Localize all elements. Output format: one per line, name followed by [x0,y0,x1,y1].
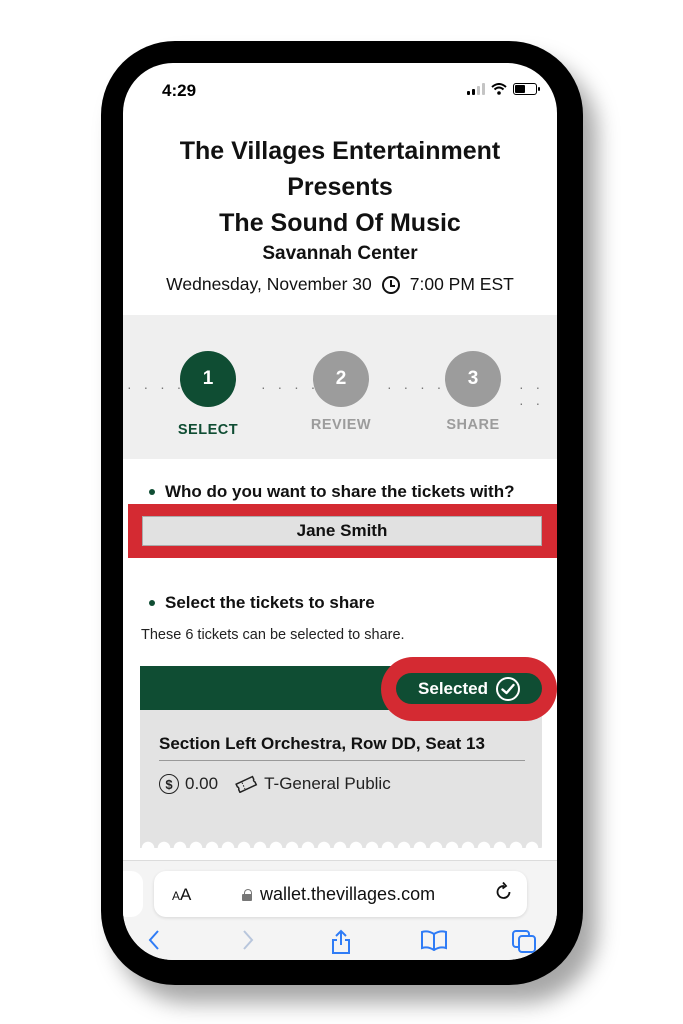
selected-toggle[interactable]: Selected [396,673,542,704]
step-3-label: SHARE [446,417,500,433]
tabs-icon[interactable] [511,929,537,953]
url-display[interactable]: wallet.thevillages.com [242,884,435,905]
status-time: 4:29 [162,81,197,100]
previous-tab-card[interactable] [123,871,143,917]
forward-icon[interactable] [241,929,255,951]
step-2-label: REVIEW [310,417,372,433]
ticket-meta: $ 0.00 T-General Public [159,774,391,794]
step-2-circle: 2 [313,351,369,407]
step-separator: · · · · [387,379,446,395]
ticket-icon [235,775,258,793]
ticket-price: 0.00 [185,774,219,793]
lock-icon [242,888,252,901]
event-date: Wednesday, November 30 [166,274,372,294]
url-text: wallet.thevillages.com [260,884,436,904]
bullet-icon [149,600,155,606]
browser-toolbar [123,927,557,960]
ticket-scallop-edge [140,840,542,848]
status-icons [467,83,540,95]
step-separator: · · · · [127,379,186,395]
selected-label: Selected [418,678,488,698]
share-icon[interactable] [330,929,352,955]
text-size-button[interactable]: AA [172,885,191,905]
back-icon[interactable] [147,929,161,951]
step-1-label: SELECT [177,422,239,438]
event-title-line-2: Presents [287,173,393,201]
bullet-icon [149,489,155,495]
event-datetime: Wednesday, November 30 7:00 PM EST [123,274,557,295]
browser-bar: AA wallet.thevillages.com [123,860,557,960]
event-time: 7:00 PM EST [409,274,514,294]
recipient-question-text: Who do you want to share the tickets wit… [165,482,515,501]
event-title-line-3: The Sound Of Music [219,209,461,237]
venue-name: Savannah Center [262,243,418,264]
ticket-seat: Section Left Orchestra, Row DD, Seat 13 [159,734,485,753]
ticket-divider [159,760,525,761]
phone-screen: 4:29 The Villages Entertainment Presents… [123,63,557,960]
step-separator: · · · · [261,379,320,395]
signal-icon [467,83,485,95]
reload-icon[interactable] [495,881,513,907]
recipient-field[interactable]: Jane Smith [142,516,542,546]
recipient-question: Who do you want to share the tickets wit… [149,482,514,502]
address-bar[interactable]: AA wallet.thevillages.com [154,871,527,917]
battery-icon [513,83,540,95]
progress-stepper: · · · · 1 SELECT · · · · 2 REVIEW · · · … [123,315,557,459]
tickets-note: These 6 tickets can be selected to share… [141,627,405,643]
clock-icon [381,275,400,294]
wifi-icon [491,83,507,95]
bookmarks-icon[interactable] [420,929,448,951]
step-3-circle: 3 [445,351,501,407]
dollar-circle-icon: $ [159,774,179,794]
tickets-heading: Select the tickets to share [149,593,375,613]
ticket-price-type: T-General Public [264,774,391,793]
tickets-heading-text: Select the tickets to share [165,593,375,612]
step-1-circle: 1 [180,351,236,407]
event-title: The Villages Entertainment Presents The … [123,133,557,241]
event-title-line-1: The Villages Entertainment [179,137,501,165]
step-separator: · · · · [519,379,545,411]
check-circle-icon [495,676,520,701]
